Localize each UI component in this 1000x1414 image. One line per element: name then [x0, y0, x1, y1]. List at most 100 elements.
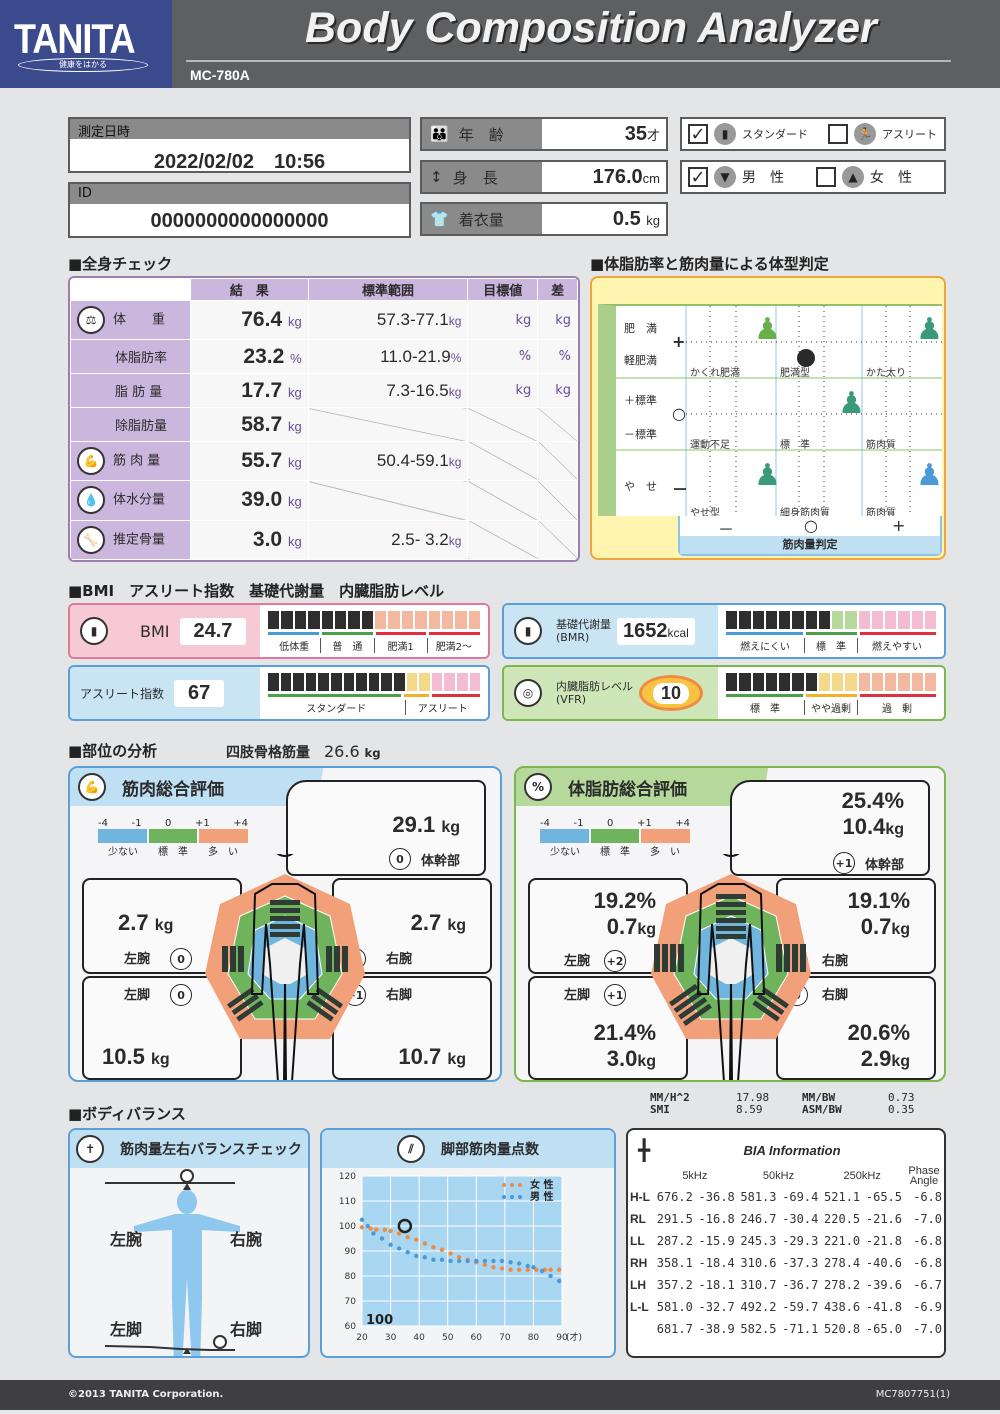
age-unit: 才 — [646, 127, 660, 143]
bia-row-label: LL — [630, 1234, 645, 1248]
gauge-segment — [885, 673, 897, 691]
gauge-segment — [381, 673, 392, 691]
header-diff: 差 — [537, 278, 578, 301]
result-unit: kg — [287, 314, 302, 330]
bia-cell: 521.1 — [824, 1190, 861, 1204]
body-type-grid: 肥 満 軽肥満 ＋標準 －標準 や せ + ○ － かくれ肥満 肥満型 かた太り… — [598, 304, 943, 519]
result-unit: kg — [287, 455, 302, 471]
muscle-eval-icon: 💪 — [78, 773, 106, 801]
clothes-box: 👕 着衣量 0.5 kg — [420, 202, 668, 236]
gauge-segment — [431, 673, 443, 691]
bia-cell: 287.2 — [656, 1234, 693, 1248]
cell-hidden-obese: かくれ肥満 — [690, 368, 740, 379]
standard-figure-icon: ♟ — [838, 386, 865, 421]
bmr-panel: ▮ 基礎代謝量 (BMR) 1652kcal 燃えにくい標 準 燃えやすい — [502, 603, 946, 659]
data-point-female — [439, 1247, 445, 1252]
ratio-readout: MM/H^2 17.98 MM/BW 0.73 SMI 8.59 ASM/BW 0.35 — [650, 1092, 915, 1116]
arm-balance-indicator — [180, 1169, 194, 1183]
asm-readout: 四肢骨格筋量 26.6 kg — [226, 742, 381, 762]
bia-title: BIA Information — [743, 1142, 841, 1158]
standard-checkbox[interactable]: ✓ — [688, 124, 708, 145]
gauge-segment — [441, 611, 454, 629]
diff-cell: kg — [537, 373, 578, 409]
composition-section-title: ■全身チェック — [68, 255, 173, 273]
gauge-segment — [456, 673, 468, 691]
legend-tick: +4 — [233, 818, 248, 829]
bmr-person-icon: ▮ — [514, 617, 542, 645]
result-value: 58.7 — [241, 412, 283, 436]
lr-balance-title: 筋肉量左右バランスチェック — [120, 1142, 302, 1158]
bia-cell: -7.0 — [913, 1322, 942, 1336]
empty-cell — [467, 519, 539, 560]
table-row: ⚖ 体 重 76.4 kg 57.3-77.1kg kg kg — [70, 299, 578, 341]
visceral-fat-icon: ◎ — [514, 679, 542, 707]
bmr-cat-high: 燃えやすい — [872, 642, 922, 653]
gauge-segment — [818, 673, 830, 691]
header-range: 標準範囲 — [307, 278, 469, 301]
muscle-legend: -4 -1 0 +1 +4 少ない標 準多 い — [98, 818, 249, 858]
x-tick-label: 20 — [356, 1333, 368, 1343]
bia-row: LH 357.2 -18.1 310.7 -36.7 278.2 -39.6 -6.7 — [628, 1274, 944, 1296]
cell-standard: 標 準 — [780, 440, 810, 451]
gauge-segment — [388, 611, 400, 629]
water-icon: 💧 — [77, 486, 105, 515]
data-point-male — [456, 1258, 462, 1264]
weight-icon: ⚖ — [77, 306, 105, 335]
bmi-label: BMI — [140, 621, 170, 641]
bia-cell: -41.8 — [865, 1300, 902, 1314]
table-row: 体脂肪率 23.2 % 11.0-21.9% % % — [70, 339, 578, 375]
muscle-trunk-score: 0 — [388, 848, 411, 870]
athlete-index-label: アスリート指数 — [80, 686, 165, 701]
data-point-male — [531, 1265, 536, 1270]
clothes-value: 0.5 — [612, 207, 641, 230]
x-tick-label: 50 — [442, 1333, 454, 1343]
bia-cell: -6.8 — [913, 1234, 942, 1248]
legend-marker — [510, 1195, 514, 1199]
athlete-checkbox[interactable] — [828, 124, 848, 144]
muscle-judgement-axis-title: 筋肉量判定 — [680, 536, 940, 554]
bia-row-label: H-L — [630, 1190, 650, 1204]
user-score-label: 100 — [366, 1313, 393, 1328]
x-tick-label: 80 — [528, 1333, 540, 1343]
gauge-segment — [858, 611, 870, 629]
bia-cell: 221.0 — [824, 1234, 861, 1248]
female-checkbox[interactable] — [816, 167, 836, 187]
gauge-segment — [792, 611, 804, 629]
empty-cell — [537, 519, 578, 560]
data-point-male — [388, 1242, 393, 1247]
bia-cell: -40.6 — [865, 1256, 902, 1270]
leg-score-chart: 20 30 40 50 60 70 80 9060708090100110120(才)女 性男… — [339, 1172, 582, 1343]
data-point-male — [414, 1253, 419, 1259]
data-point-male — [365, 1223, 370, 1229]
brand-name: TANITA — [14, 14, 136, 63]
range-value: 50.4-59.1 — [376, 451, 449, 471]
result-unit: % — [290, 350, 302, 366]
bmi-cat-obese2: 肥満2～ — [435, 642, 473, 653]
data-point-male — [474, 1258, 479, 1264]
bia-cell: -39.6 — [865, 1278, 902, 1292]
empty-cell — [307, 407, 469, 442]
unit: kg — [447, 917, 466, 934]
muscle-axis: － ○ + 筋肉量判定 — [678, 516, 942, 556]
bia-cell: -15.9 — [698, 1234, 735, 1248]
bia-cell: -6.9 — [913, 1300, 942, 1314]
muscle-right-arm-label: 右腕 — [386, 952, 413, 967]
athlete-cat-athlete: アスリート — [417, 704, 468, 715]
bia-cell: -36.8 — [698, 1190, 735, 1204]
legend-marker — [510, 1183, 514, 1187]
gauge-segment — [845, 611, 857, 629]
hidden-obese-figure-icon: ♟ — [754, 312, 781, 347]
gauge-segment — [368, 673, 380, 691]
unit: kg — [891, 1053, 910, 1070]
bone-icon: 🦴 — [77, 525, 105, 554]
row-label: 推定骨量 — [113, 532, 166, 548]
male-checkbox[interactable]: ✓ — [688, 167, 708, 188]
bia-cell: -18.1 — [698, 1278, 735, 1292]
age-label: 年 齢 — [458, 125, 504, 144]
muscle-left-arm-value: 2.7 — [118, 910, 149, 935]
y-row-obese: 肥 満 — [624, 322, 657, 335]
gauge-segment — [739, 611, 751, 629]
vfr-label: 内臓脂肪レベル — [556, 680, 633, 693]
muscle-left-leg-value: 10.5 — [102, 1044, 145, 1069]
vfr-cat-slightly-high: やや過剰 — [805, 700, 858, 715]
